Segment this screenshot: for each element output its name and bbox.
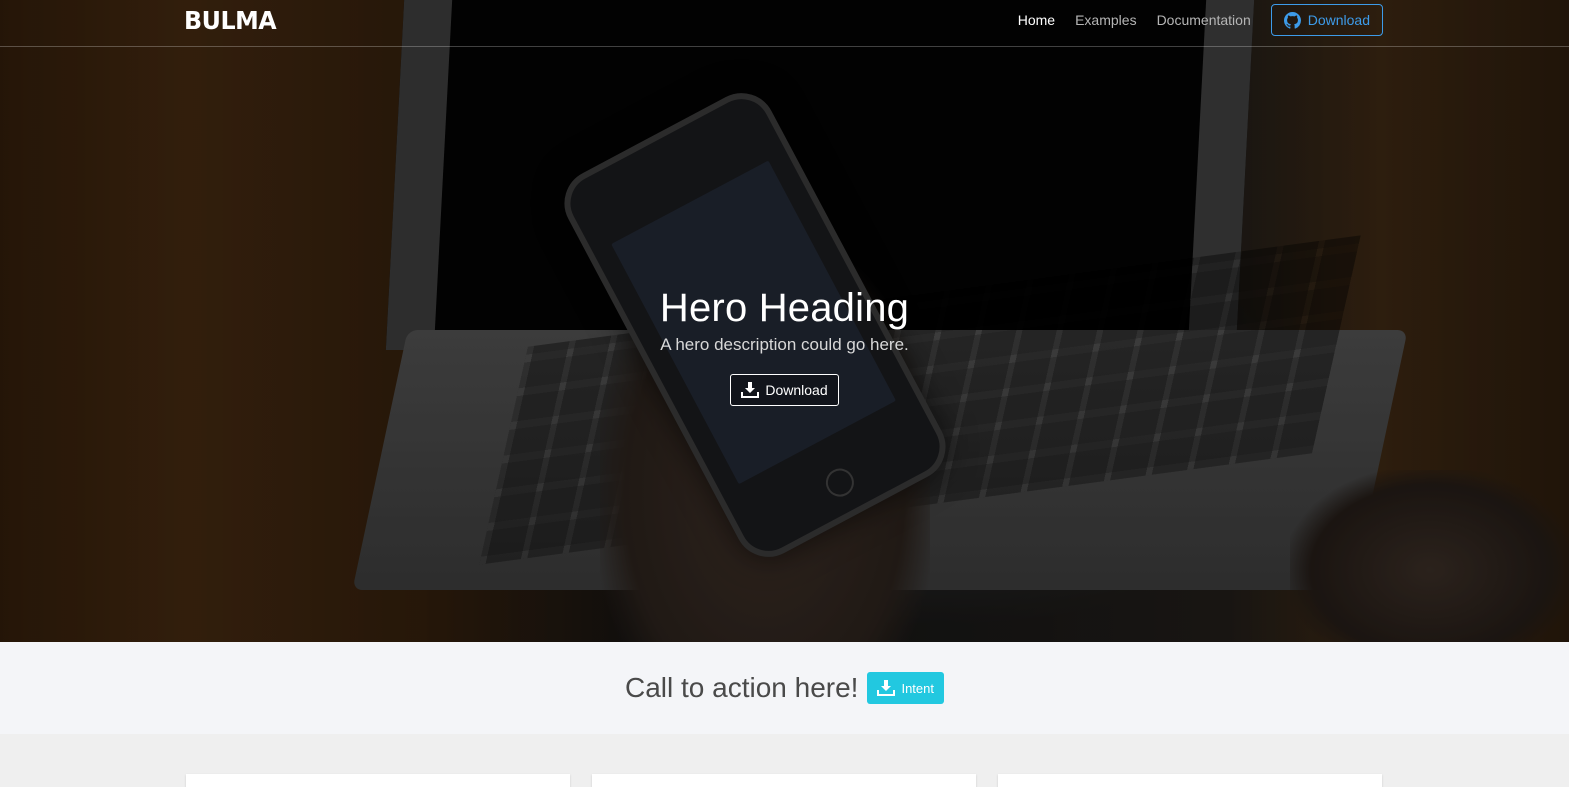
nav-download-button[interactable]: Download [1270,4,1383,36]
hero-download-button[interactable]: Download [730,374,839,406]
download-icon [877,680,896,696]
card [592,774,976,787]
card [186,774,570,787]
hero-subtitle: A hero description could go here. [660,335,909,354]
nav-link-examples[interactable]: Examples [1075,4,1136,36]
navbar: BULMA Home Examples Documentation Downlo… [0,0,1569,47]
hero-title: Hero Heading [659,286,910,330]
hero-download-label: Download [765,382,828,398]
cta-intent-button[interactable]: Intent [867,672,944,704]
nav-links: Home Examples Documentation Download [998,4,1383,36]
github-icon [1283,11,1301,29]
cta-intent-label: Intent [901,680,934,696]
nav-link-home[interactable]: Home [1018,4,1055,36]
nav-download-label: Download [1307,12,1370,28]
brand-logo[interactable]: BULMA [184,6,277,35]
download-icon [741,382,760,398]
call-to-action-section: Call to action here! Intent [0,642,1569,734]
card [998,774,1382,787]
hero-content: Hero Heading A hero description could go… [0,284,1569,406]
nav-link-documentation[interactable]: Documentation [1157,4,1251,36]
cards-section [0,734,1569,787]
hero-section: BULMA Home Examples Documentation Downlo… [0,0,1569,642]
cta-text: Call to action here! [625,672,859,703]
